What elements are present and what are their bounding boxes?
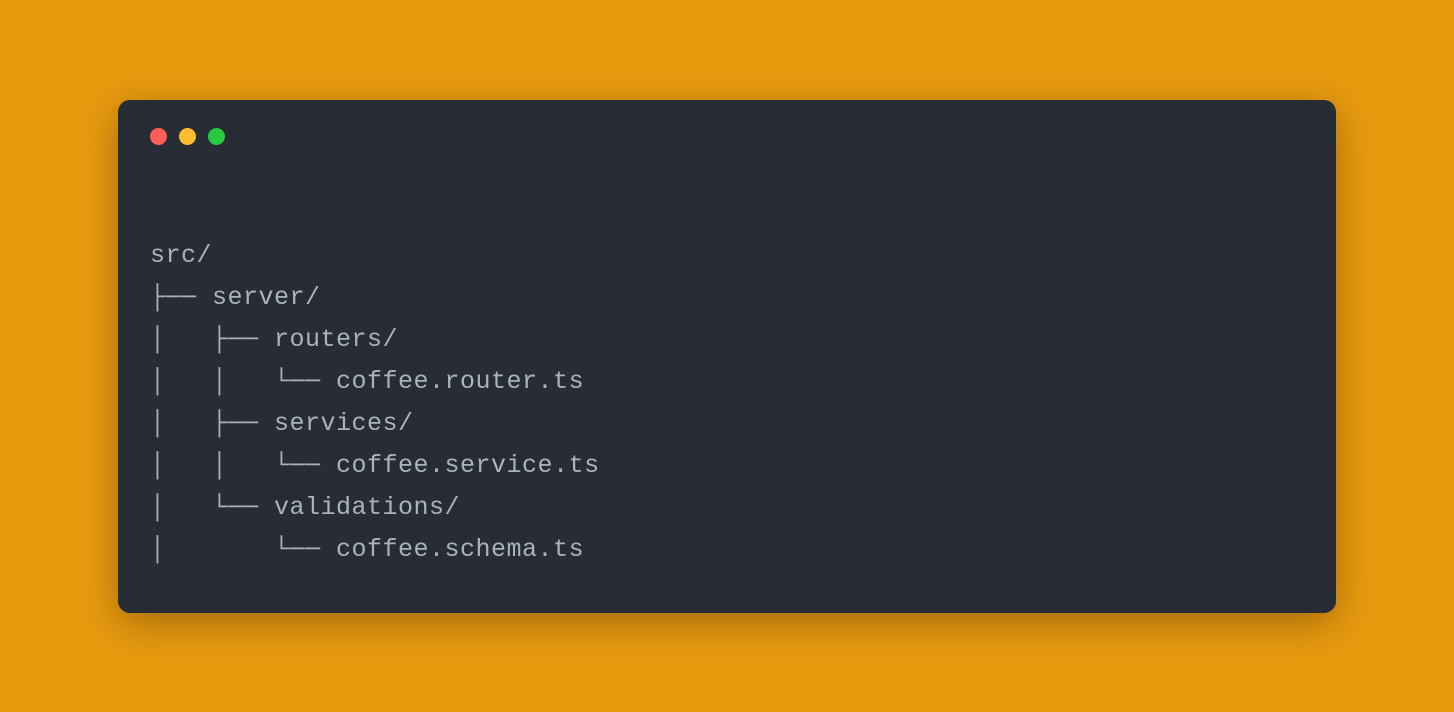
maximize-button[interactable]: [208, 128, 225, 145]
terminal-content: src/ ├── server/ │ ├── routers/ │ │ └── …: [150, 193, 1304, 571]
close-button[interactable]: [150, 128, 167, 145]
tree-line: │ └── coffee.schema.ts: [150, 535, 584, 564]
tree-line: ├── server/: [150, 283, 321, 312]
tree-line: │ ├── routers/: [150, 325, 398, 354]
minimize-button[interactable]: [179, 128, 196, 145]
terminal-window: src/ ├── server/ │ ├── routers/ │ │ └── …: [118, 100, 1336, 613]
tree-line: │ ├── services/: [150, 409, 414, 438]
title-bar: [150, 128, 1304, 145]
tree-line: src/: [150, 241, 212, 270]
tree-line: │ └── validations/: [150, 493, 460, 522]
tree-line: │ │ └── coffee.router.ts: [150, 367, 584, 396]
tree-line: │ │ └── coffee.service.ts: [150, 451, 600, 480]
